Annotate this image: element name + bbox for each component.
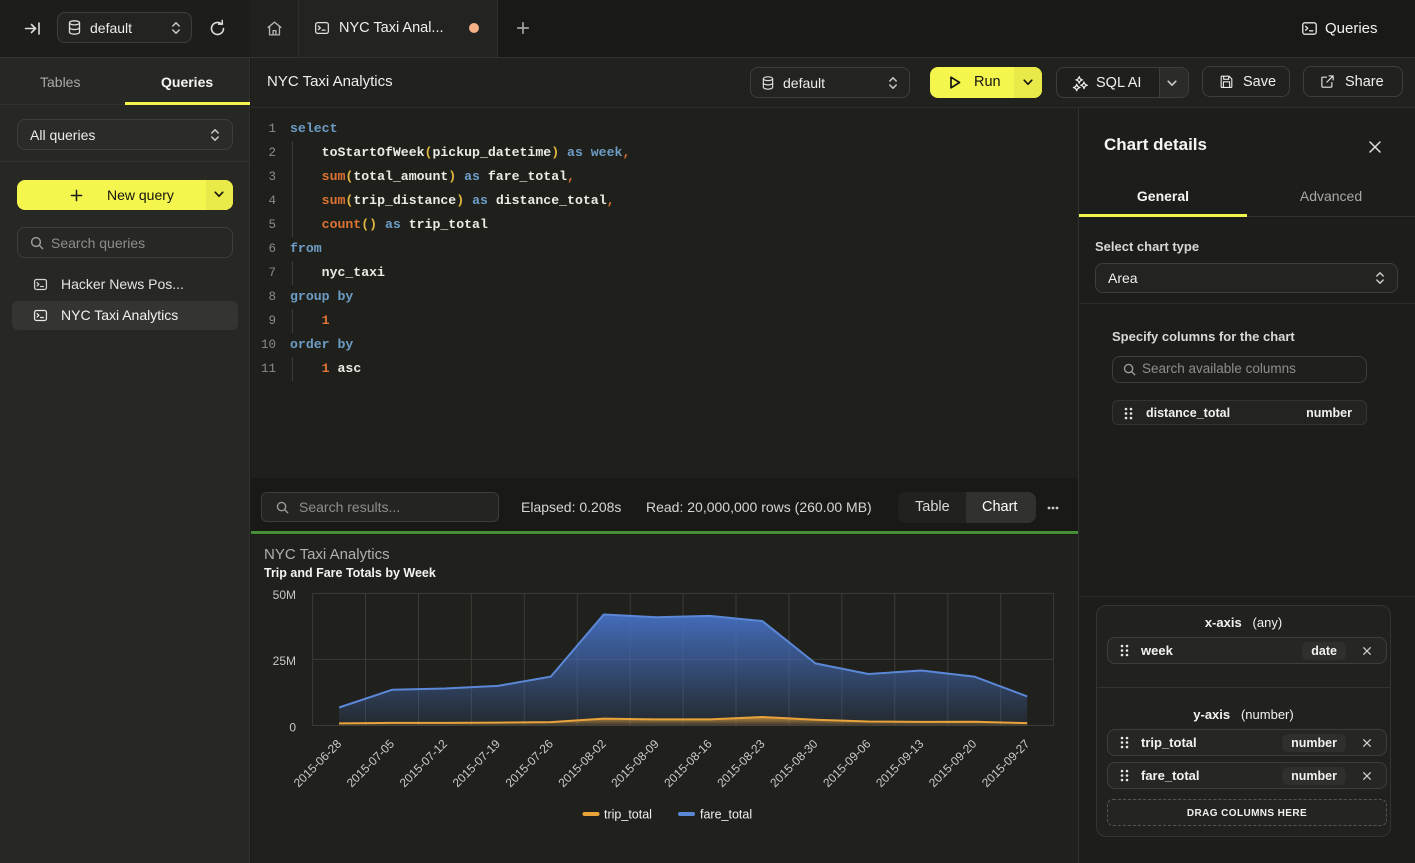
svg-text:fare_total: fare_total <box>700 808 752 822</box>
svg-text:2015-08-16: 2015-08-16 <box>661 736 715 790</box>
svg-text:2015-08-02: 2015-08-02 <box>556 736 610 790</box>
svg-text:2015-08-09: 2015-08-09 <box>608 736 662 790</box>
svg-text:trip_total: trip_total <box>604 808 652 822</box>
svg-text:2015-07-19: 2015-07-19 <box>450 736 504 790</box>
svg-text:2015-07-12: 2015-07-12 <box>397 736 451 790</box>
svg-text:2015-09-13: 2015-09-13 <box>873 736 927 790</box>
svg-text:0: 0 <box>289 721 296 735</box>
svg-text:2015-08-23: 2015-08-23 <box>714 736 768 790</box>
svg-text:2015-07-05: 2015-07-05 <box>344 736 398 790</box>
svg-text:25M: 25M <box>273 654 296 668</box>
svg-text:2015-07-26: 2015-07-26 <box>503 736 557 790</box>
svg-text:2015-08-30: 2015-08-30 <box>767 736 821 790</box>
svg-text:2015-09-20: 2015-09-20 <box>926 736 980 790</box>
svg-text:2015-09-27: 2015-09-27 <box>979 736 1033 790</box>
svg-text:2015-06-28: 2015-06-28 <box>291 736 345 790</box>
svg-text:50M: 50M <box>273 588 296 602</box>
svg-text:2015-09-06: 2015-09-06 <box>820 736 874 790</box>
